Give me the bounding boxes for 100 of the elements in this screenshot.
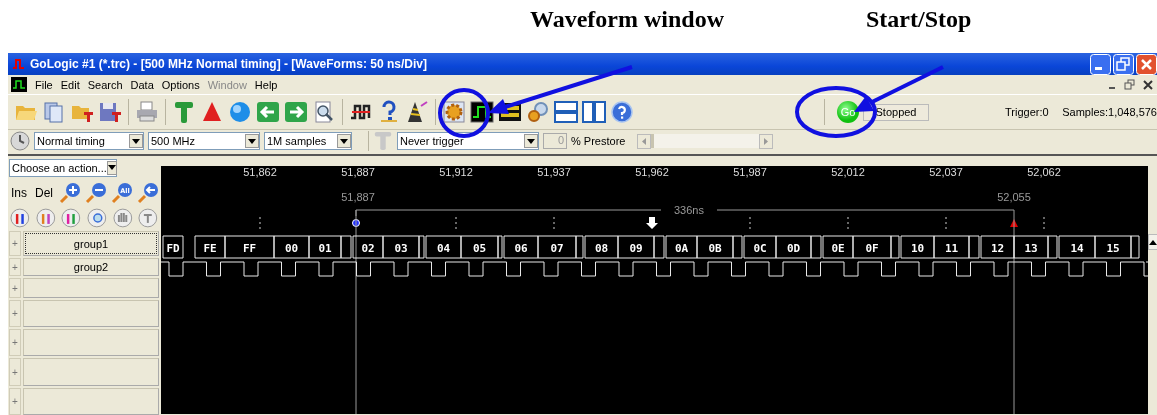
measure-label: 336ns	[674, 204, 704, 216]
slider-left-button[interactable]	[637, 133, 652, 149]
annotation-caption: Waveform window	[530, 6, 724, 33]
horizontal-split-icon[interactable]	[554, 100, 578, 124]
zoom-mouse-icon[interactable]	[86, 206, 108, 229]
sphere-icon[interactable]	[228, 100, 252, 124]
group-name[interactable]: group2	[23, 257, 159, 277]
caret-icon	[527, 138, 535, 144]
printer-icon[interactable]	[135, 100, 159, 124]
bus-value: 13	[1024, 242, 1038, 255]
bus-value: 0A	[674, 242, 689, 255]
zoom-in-icon[interactable]	[59, 181, 82, 204]
hand-mouse-icon[interactable]	[111, 206, 134, 229]
bus-value: 0B	[708, 242, 722, 255]
bus-value: 0C	[753, 242, 767, 255]
t-mouse-icon[interactable]	[137, 206, 160, 229]
action-dropdown[interactable]: Choose an action...	[9, 159, 117, 177]
cone-icon[interactable]	[200, 100, 224, 124]
floppy-disk-icon[interactable]	[98, 100, 122, 124]
time-label: 51,862	[243, 166, 277, 178]
caret-icon	[248, 138, 256, 144]
documents-icon[interactable]	[42, 100, 66, 124]
time-label: 52,012	[831, 166, 865, 178]
time-label: 51,912	[439, 166, 473, 178]
group-name[interactable]: group1	[23, 231, 159, 256]
highlight-ellipse	[438, 88, 490, 138]
insert-button[interactable]: Ins	[11, 185, 27, 200]
trigger-count: Trigger:0	[1005, 106, 1049, 118]
restore-button[interactable]	[1123, 77, 1137, 92]
delete-button[interactable]: Del	[35, 185, 54, 200]
bus-value: 0D	[786, 242, 801, 255]
restore-button[interactable]	[1113, 53, 1134, 75]
caret-icon	[340, 138, 348, 144]
bus-value: 08	[594, 242, 609, 255]
cursor-marker[interactable]	[1010, 219, 1018, 227]
samples-dropdown[interactable]: 1M samples	[264, 132, 352, 150]
app-logo-icon	[11, 77, 27, 92]
expand-button[interactable]: +	[9, 329, 21, 357]
expand-button[interactable]: +	[9, 257, 21, 277]
mouse-icon[interactable]	[9, 206, 31, 229]
clock-icon[interactable]	[10, 131, 30, 151]
expand-button[interactable]: +	[9, 358, 21, 386]
menu-item[interactable]: Search	[87, 78, 123, 91]
expand-button[interactable]: +	[9, 387, 21, 415]
time-label: 52,037	[929, 166, 963, 178]
bus-value: 09	[629, 242, 643, 255]
menu-item[interactable]: Help	[254, 78, 278, 91]
caret-icon	[642, 137, 647, 145]
caret-icon	[107, 165, 116, 171]
menu-item[interactable]: Options	[161, 78, 200, 91]
party-hat-icon[interactable]	[405, 100, 429, 124]
bus-value: 0F	[865, 242, 879, 255]
zoom-back-icon[interactable]	[137, 181, 160, 204]
scroll-up-button[interactable]	[1148, 234, 1157, 250]
zoom-out-icon[interactable]	[85, 181, 108, 204]
mouse-icon[interactable]	[34, 206, 57, 229]
expand-button[interactable]: +	[9, 231, 21, 256]
slider-thumb[interactable]	[651, 134, 655, 148]
menu-item[interactable]: File	[35, 78, 53, 91]
expand-button[interactable]: +	[9, 278, 21, 298]
rate-dropdown[interactable]: 500 MHz	[148, 132, 260, 150]
down-arrow-icon	[646, 217, 658, 229]
annotation-caption: Start/Stop	[866, 6, 972, 33]
close-button[interactable]	[1141, 77, 1155, 92]
prestore-label: % Prestore	[571, 135, 626, 147]
prestore-slider[interactable]	[637, 133, 774, 149]
bus-value: 07	[550, 242, 564, 255]
mode-dropdown[interactable]: Normal timing	[34, 132, 144, 150]
time-label: 51,887	[341, 166, 375, 178]
time-label: 51,937	[537, 166, 571, 178]
cursor-time-label: 51,887	[341, 191, 375, 203]
gears-icon[interactable]	[526, 100, 550, 124]
close-button[interactable]	[1136, 53, 1157, 75]
help-icon[interactable]	[610, 100, 634, 124]
slider-right-button[interactable]	[759, 133, 774, 149]
bus-value: 02	[361, 242, 375, 255]
bus-value: 14	[1070, 242, 1084, 255]
time-label: 51,962	[635, 166, 669, 178]
bus-value: FF	[242, 242, 257, 255]
bus-value: FD	[166, 242, 180, 255]
expand-button[interactable]: +	[9, 299, 21, 328]
gear-icon[interactable]	[442, 100, 466, 124]
caret-icon	[132, 138, 140, 144]
bus-value: 01	[318, 242, 332, 255]
time-label: 51,987	[733, 166, 767, 178]
cursor-marker[interactable]	[352, 219, 360, 227]
mouse-icon[interactable]	[60, 206, 82, 229]
vertical-split-icon[interactable]	[582, 100, 606, 124]
window-title: GoLogic #1 (*.trc) - [500 MHz Normal timing] - [WaveForms: 50 ns/Div]	[30, 57, 427, 71]
bus-value: 03	[394, 242, 408, 255]
menu-item[interactable]: Edit	[60, 78, 80, 91]
menu-item[interactable]: Data	[130, 78, 154, 91]
sample-count: Samples:1,048,576	[1062, 106, 1157, 118]
bus-value: 04	[436, 242, 451, 255]
bus-value: 0E	[831, 242, 845, 255]
bus-value: 10	[910, 242, 925, 255]
t-shape-icon[interactable]	[172, 100, 196, 124]
bus-value: 12	[990, 242, 1005, 255]
trigger-dropdown[interactable]: Never trigger	[397, 132, 539, 150]
minimize-button[interactable]	[1090, 53, 1111, 75]
